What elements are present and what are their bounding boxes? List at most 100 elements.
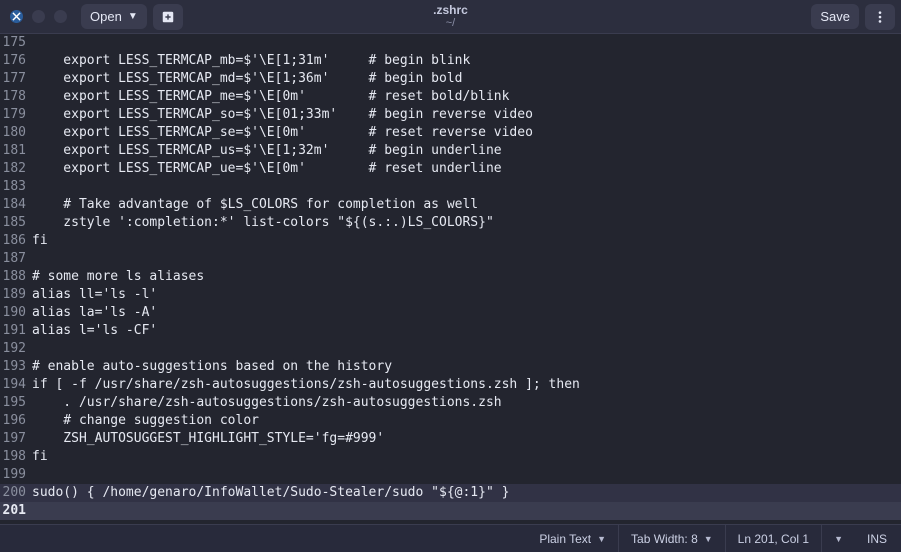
statusbar: Plain Text ▼ Tab Width: 8 ▼ Ln 201, Col … [0, 524, 901, 552]
code-line[interactable]: 201 [0, 502, 901, 520]
minimize-window-button[interactable] [32, 10, 45, 23]
code-line[interactable]: 197 ZSH_AUTOSUGGEST_HIGHLIGHT_STYLE='fg=… [0, 430, 901, 448]
line-number: 184 [0, 196, 30, 214]
code-line[interactable]: 190alias la='ls -A' [0, 304, 901, 322]
line-number: 182 [0, 160, 30, 178]
cursor-position[interactable]: Ln 201, Col 1 [725, 525, 821, 552]
code-text [30, 502, 901, 520]
window-controls [10, 10, 67, 23]
code-text: # enable auto-suggestions based on the h… [30, 358, 901, 376]
save-button[interactable]: Save [811, 4, 859, 29]
code-text: alias ll='ls -l' [30, 286, 901, 304]
code-line[interactable]: 192 [0, 340, 901, 358]
code-text: if [ -f /usr/share/zsh-autosuggestions/z… [30, 376, 901, 394]
code-text: fi [30, 232, 901, 250]
code-text: sudo() { /home/genaro/InfoWallet/Sudo-St… [30, 484, 901, 502]
insert-mode-indicator[interactable]: INS [855, 525, 901, 552]
code-text [30, 34, 901, 52]
code-line[interactable]: 196 # change suggestion color [0, 412, 901, 430]
maximize-window-button[interactable] [54, 10, 67, 23]
insert-mode-toggle[interactable]: ▼ [821, 525, 855, 552]
code-line[interactable]: 177 export LESS_TERMCAP_md=$'\E[1;36m' #… [0, 70, 901, 88]
line-number: 200 [0, 484, 30, 502]
code-line[interactable]: 191alias l='ls -CF' [0, 322, 901, 340]
code-line[interactable]: 185 zstyle ':completion:*' list-colors "… [0, 214, 901, 232]
insert-mode-label: INS [867, 532, 887, 546]
code-text: export LESS_TERMCAP_ue=$'\E[0m' # reset … [30, 160, 901, 178]
code-line[interactable]: 179 export LESS_TERMCAP_so=$'\E[01;33m' … [0, 106, 901, 124]
code-text: export LESS_TERMCAP_me=$'\E[0m' # reset … [30, 88, 901, 106]
hamburger-menu-button[interactable] [865, 4, 895, 30]
code-text: export LESS_TERMCAP_md=$'\E[1;36m' # beg… [30, 70, 901, 88]
code-line[interactable]: 186fi [0, 232, 901, 250]
hamburger-icon [873, 10, 887, 24]
line-number: 190 [0, 304, 30, 322]
code-text: export LESS_TERMCAP_se=$'\E[0m' # reset … [30, 124, 901, 142]
code-line[interactable]: 198fi [0, 448, 901, 466]
line-number: 201 [0, 502, 30, 520]
code-text: alias la='ls -A' [30, 304, 901, 322]
open-button[interactable]: Open ▼ [81, 4, 147, 29]
syntax-mode-selector[interactable]: Plain Text ▼ [527, 525, 618, 552]
code-text: . /usr/share/zsh-autosuggestions/zsh-aut… [30, 394, 901, 412]
line-number: 179 [0, 106, 30, 124]
code-line[interactable]: 189alias ll='ls -l' [0, 286, 901, 304]
code-line[interactable]: 182 export LESS_TERMCAP_ue=$'\E[0m' # re… [0, 160, 901, 178]
code-text: export LESS_TERMCAP_mb=$'\E[1;31m' # beg… [30, 52, 901, 70]
code-text [30, 340, 901, 358]
titlebar: Open ▼ .zshrc ~/ Save [0, 0, 901, 34]
code-line[interactable]: 200sudo() { /home/genaro/InfoWallet/Sudo… [0, 484, 901, 502]
line-number: 199 [0, 466, 30, 484]
chevron-down-icon: ▼ [128, 11, 138, 22]
close-window-button[interactable] [10, 10, 23, 23]
code-line[interactable]: 175 [0, 34, 901, 52]
code-text: zstyle ':completion:*' list-colors "${(s… [30, 214, 901, 232]
filename-label: .zshrc [433, 3, 468, 17]
code-line[interactable]: 184 # Take advantage of $LS_COLORS for c… [0, 196, 901, 214]
code-line[interactable]: 181 export LESS_TERMCAP_us=$'\E[1;32m' #… [0, 142, 901, 160]
code-text: export LESS_TERMCAP_so=$'\E[01;33m' # be… [30, 106, 901, 124]
line-number: 180 [0, 124, 30, 142]
code-line[interactable]: 183 [0, 178, 901, 196]
save-button-label: Save [820, 9, 850, 24]
line-number: 192 [0, 340, 30, 358]
code-line[interactable]: 193# enable auto-suggestions based on th… [0, 358, 901, 376]
line-number: 177 [0, 70, 30, 88]
line-number: 194 [0, 376, 30, 394]
line-number: 183 [0, 178, 30, 196]
new-document-icon [161, 10, 175, 24]
line-number: 189 [0, 286, 30, 304]
code-text: # change suggestion color [30, 412, 901, 430]
new-tab-button[interactable] [153, 4, 183, 30]
filepath-label: ~/ [433, 17, 468, 30]
code-line[interactable]: 194if [ -f /usr/share/zsh-autosuggestion… [0, 376, 901, 394]
code-text [30, 178, 901, 196]
code-line[interactable]: 195 . /usr/share/zsh-autosuggestions/zsh… [0, 394, 901, 412]
code-line[interactable]: 180 export LESS_TERMCAP_se=$'\E[0m' # re… [0, 124, 901, 142]
line-number: 186 [0, 232, 30, 250]
line-number: 175 [0, 34, 30, 52]
line-number: 176 [0, 52, 30, 70]
line-number: 178 [0, 88, 30, 106]
line-number: 197 [0, 430, 30, 448]
line-number: 198 [0, 448, 30, 466]
code-line[interactable]: 178 export LESS_TERMCAP_me=$'\E[0m' # re… [0, 88, 901, 106]
chevron-down-icon: ▼ [597, 534, 606, 544]
line-number: 187 [0, 250, 30, 268]
chevron-down-icon: ▼ [834, 534, 843, 544]
document-title: .zshrc ~/ [433, 3, 468, 31]
editor-area[interactable]: 175176 export LESS_TERMCAP_mb=$'\E[1;31m… [0, 34, 901, 524]
code-line[interactable]: 176 export LESS_TERMCAP_mb=$'\E[1;31m' #… [0, 52, 901, 70]
code-line[interactable]: 188# some more ls aliases [0, 268, 901, 286]
line-number: 196 [0, 412, 30, 430]
code-text: export LESS_TERMCAP_us=$'\E[1;32m' # beg… [30, 142, 901, 160]
code-text: ZSH_AUTOSUGGEST_HIGHLIGHT_STYLE='fg=#999… [30, 430, 901, 448]
line-number: 193 [0, 358, 30, 376]
open-button-label: Open [90, 9, 122, 24]
code-text: # Take advantage of $LS_COLORS for compl… [30, 196, 901, 214]
code-line[interactable]: 199 [0, 466, 901, 484]
tab-width-selector[interactable]: Tab Width: 8 ▼ [618, 525, 725, 552]
line-number: 188 [0, 268, 30, 286]
syntax-mode-label: Plain Text [539, 532, 591, 546]
code-line[interactable]: 187 [0, 250, 901, 268]
